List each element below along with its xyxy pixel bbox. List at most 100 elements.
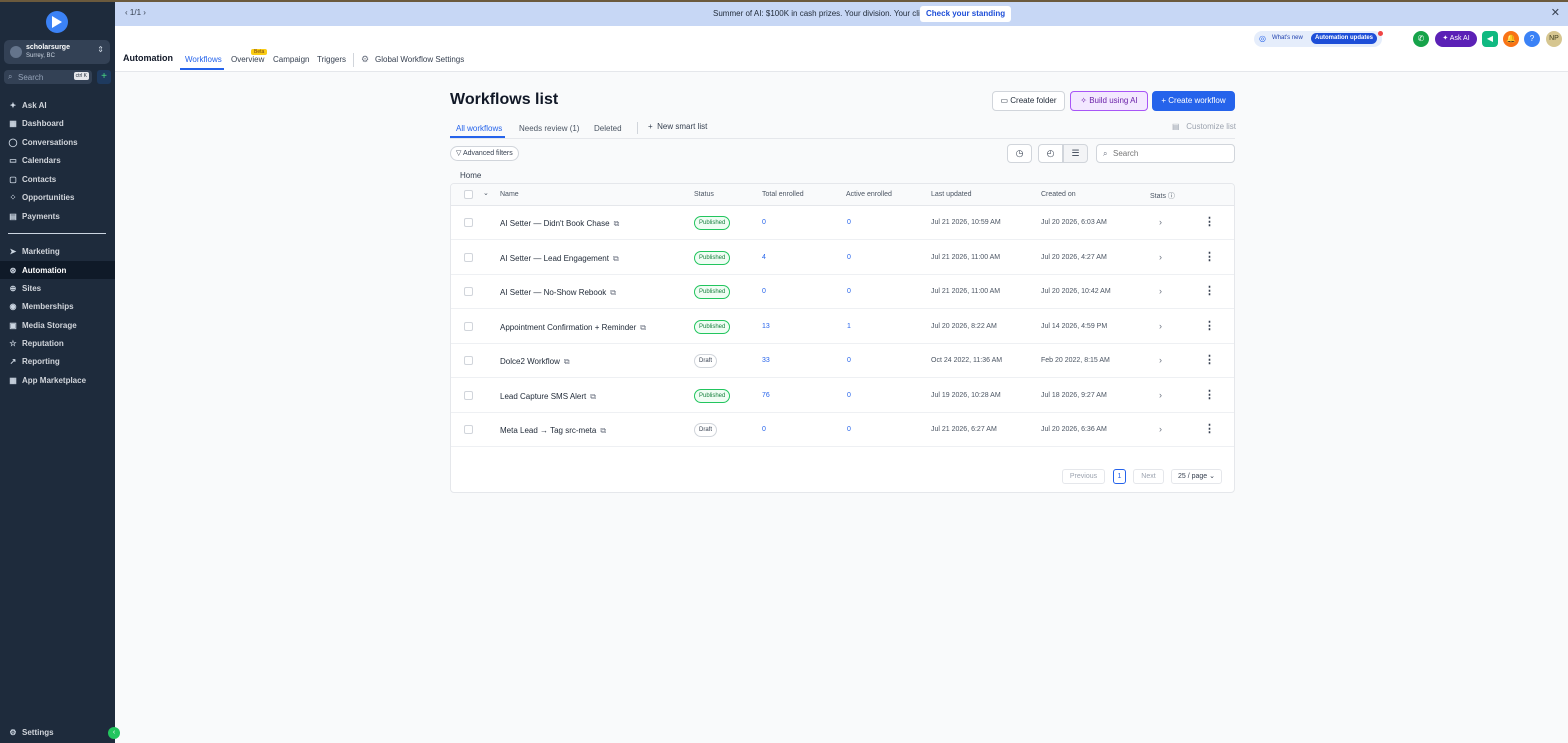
more-actions-icon[interactable]: ⋮ [1204,319,1215,332]
total-enrolled-link[interactable]: 0 [762,219,766,226]
more-actions-icon[interactable]: ⋮ [1204,353,1215,366]
tab-all-workflows[interactable]: All workflows [456,124,502,133]
chevron-right-icon[interactable]: › [1159,252,1162,262]
previous-page-button[interactable]: Previous [1062,469,1105,484]
sidebar-item-payments[interactable]: ▤ Payments [0,207,115,225]
row-checkbox[interactable] [464,321,473,331]
recent-view-button[interactable]: ◴ [1038,144,1063,163]
create-workflow-button[interactable]: + Create workflow [1152,91,1235,111]
sidebar-item-calendars[interactable]: ▭ Calendars [0,151,115,169]
workflow-name-link[interactable]: AI Setter — No-Show Rebook ⧉ [500,288,616,298]
external-link-icon[interactable]: ⧉ [614,219,620,228]
advanced-filters-button[interactable]: ▽ Advanced filters [450,146,519,161]
workflow-search[interactable]: ⌕ [1096,144,1235,163]
active-enrolled-link[interactable]: 1 [847,323,851,330]
sidebar-item-sites[interactable]: ⊕ Sites [0,279,115,297]
table-row[interactable]: Meta Lead → Tag src-meta ⧉ Draft 0 0 Jul 21 2… [451,413,1234,447]
search-input[interactable] [1113,147,1228,160]
select-all-checkbox[interactable] [464,190,473,199]
row-checkbox[interactable] [464,390,473,400]
app-logo[interactable] [46,11,68,33]
row-checkbox[interactable] [464,252,473,262]
sidebar-item-marketing[interactable]: ➤ Marketing [0,242,115,260]
whats-new-widget[interactable]: ◎ What's new Automation updates [1254,31,1383,47]
workflow-name-link[interactable]: Lead Capture SMS Alert ⧉ [500,392,596,402]
tab-campaign[interactable]: Campaign [273,55,309,64]
row-checkbox[interactable] [464,425,473,434]
column-active-enrolled[interactable]: Active enrolled [846,191,892,198]
banner-pager[interactable]: ‹ 1/1 › [125,8,146,17]
more-actions-icon[interactable]: ⋮ [1204,250,1215,263]
next-page-button[interactable]: Next [1133,469,1164,484]
more-actions-icon[interactable]: ⋮ [1204,422,1215,435]
chevron-right-icon[interactable]: › [1159,390,1162,400]
check-standing-button[interactable]: Check your standing [920,6,1012,22]
avatar[interactable]: NP [1546,31,1562,47]
total-enrolled-link[interactable]: 0 [762,426,766,433]
tab-triggers[interactable]: Triggers [317,55,346,64]
active-enrolled-link[interactable]: 0 [847,426,851,433]
external-link-icon[interactable]: ⧉ [600,426,606,435]
tab-overview[interactable]: Overview [231,55,264,64]
sidebar-item-contacts[interactable]: ▢ Contacts [0,170,115,188]
sidebar-item-ask-ai[interactable]: ✦ Ask AI [0,96,115,114]
column-status[interactable]: Status [694,191,714,198]
sidebar-item-settings[interactable]: ⚙ Settings [0,723,115,741]
column-last-updated[interactable]: Last updated [931,191,971,198]
account-switcher[interactable]: scholarsurge Surrey, BC ⇕ [4,40,110,64]
external-link-icon[interactable]: ⧉ [610,288,616,297]
collapse-sidebar-button[interactable]: ‹ [108,727,120,739]
tab-global-workflow-settings[interactable]: Global Workflow Settings [375,55,464,64]
help-icon[interactable]: ? [1524,31,1540,47]
chevron-right-icon[interactable]: › [1159,321,1162,331]
active-enrolled-link[interactable]: 0 [847,392,851,399]
table-row[interactable]: AI Setter — No-Show Rebook ⧉ Published 0 0 Ju… [451,275,1234,309]
tab-workflows[interactable]: Workflows [185,55,222,64]
workflow-name-link[interactable]: Dolce2 Workflow ⧉ [500,357,570,367]
table-row[interactable]: AI Setter — Lead Engagement ⧉ Published 4 0 J… [451,241,1234,275]
page-1-button[interactable]: 1 [1113,469,1126,484]
chevron-right-icon[interactable]: › [1159,217,1162,227]
build-using-ai-button[interactable]: ✧ Build using AI [1070,91,1148,111]
ask-ai-button[interactable]: ✦ Ask AI [1435,31,1477,47]
total-enrolled-link[interactable]: 33 [762,357,770,364]
more-actions-icon[interactable]: ⋮ [1204,215,1215,228]
workflow-name-link[interactable]: Appointment Confirmation + Reminder ⧉ [500,323,646,333]
customize-list-button[interactable]: ▤ Customize list [1172,122,1236,131]
create-folder-button[interactable]: ▭ Create folder [992,91,1065,111]
workflow-name-link[interactable]: Meta Lead → Tag src-meta ⧉ [500,426,606,436]
row-checkbox[interactable] [464,356,473,365]
chevron-down-icon[interactable]: ⌄ [483,189,489,197]
column-created-on[interactable]: Created on [1041,191,1076,198]
active-enrolled-link[interactable]: 0 [847,254,851,261]
external-link-icon[interactable]: ⧉ [564,357,570,366]
phone-icon[interactable]: ✆ [1413,31,1429,47]
list-view-button[interactable]: ☰ [1063,144,1088,163]
active-enrolled-link[interactable]: 0 [847,357,851,364]
chevron-right-icon[interactable]: › [1159,286,1162,296]
sidebar-item-reputation[interactable]: ☆ Reputation [0,334,115,352]
new-smart-list-button[interactable]: + New smart list [648,122,707,131]
table-row[interactable]: Lead Capture SMS Alert ⧉ Published 76 0 Jul 1… [451,379,1234,413]
breadcrumb[interactable]: Home [460,171,481,180]
sidebar-search[interactable]: ⌕ Search ctrl K [4,70,92,84]
bell-icon[interactable]: 🔔 [1503,31,1519,47]
external-link-icon[interactable]: ⧉ [613,254,619,263]
active-enrolled-link[interactable]: 0 [847,288,851,295]
sidebar-item-app-marketplace[interactable]: ▦ App Marketplace [0,371,115,389]
sidebar-item-reporting[interactable]: ↗ Reporting [0,352,115,370]
tab-deleted[interactable]: Deleted [594,124,622,133]
more-actions-icon[interactable]: ⋮ [1204,388,1215,401]
sidebar-item-conversations[interactable]: ◯ Conversations [0,133,115,151]
chevron-right-icon[interactable]: › [1159,355,1162,365]
row-checkbox[interactable] [464,287,473,296]
close-icon[interactable]: ✕ [1551,6,1560,19]
row-checkbox[interactable] [464,218,473,227]
table-row[interactable]: Appointment Confirmation + Reminder ⧉ Publ… [451,310,1234,344]
megaphone-icon[interactable]: ◀ [1482,31,1498,47]
sidebar-item-automation[interactable]: ⊛ Automation [0,261,115,279]
sidebar-item-media-storage[interactable]: ▣ Media Storage [0,316,115,334]
sidebar-item-opportunities[interactable]: ⁘ Opportunities [0,188,115,206]
workflow-name-link[interactable]: AI Setter — Lead Engagement ⧉ [500,254,619,264]
chevron-right-icon[interactable]: › [1159,424,1162,434]
